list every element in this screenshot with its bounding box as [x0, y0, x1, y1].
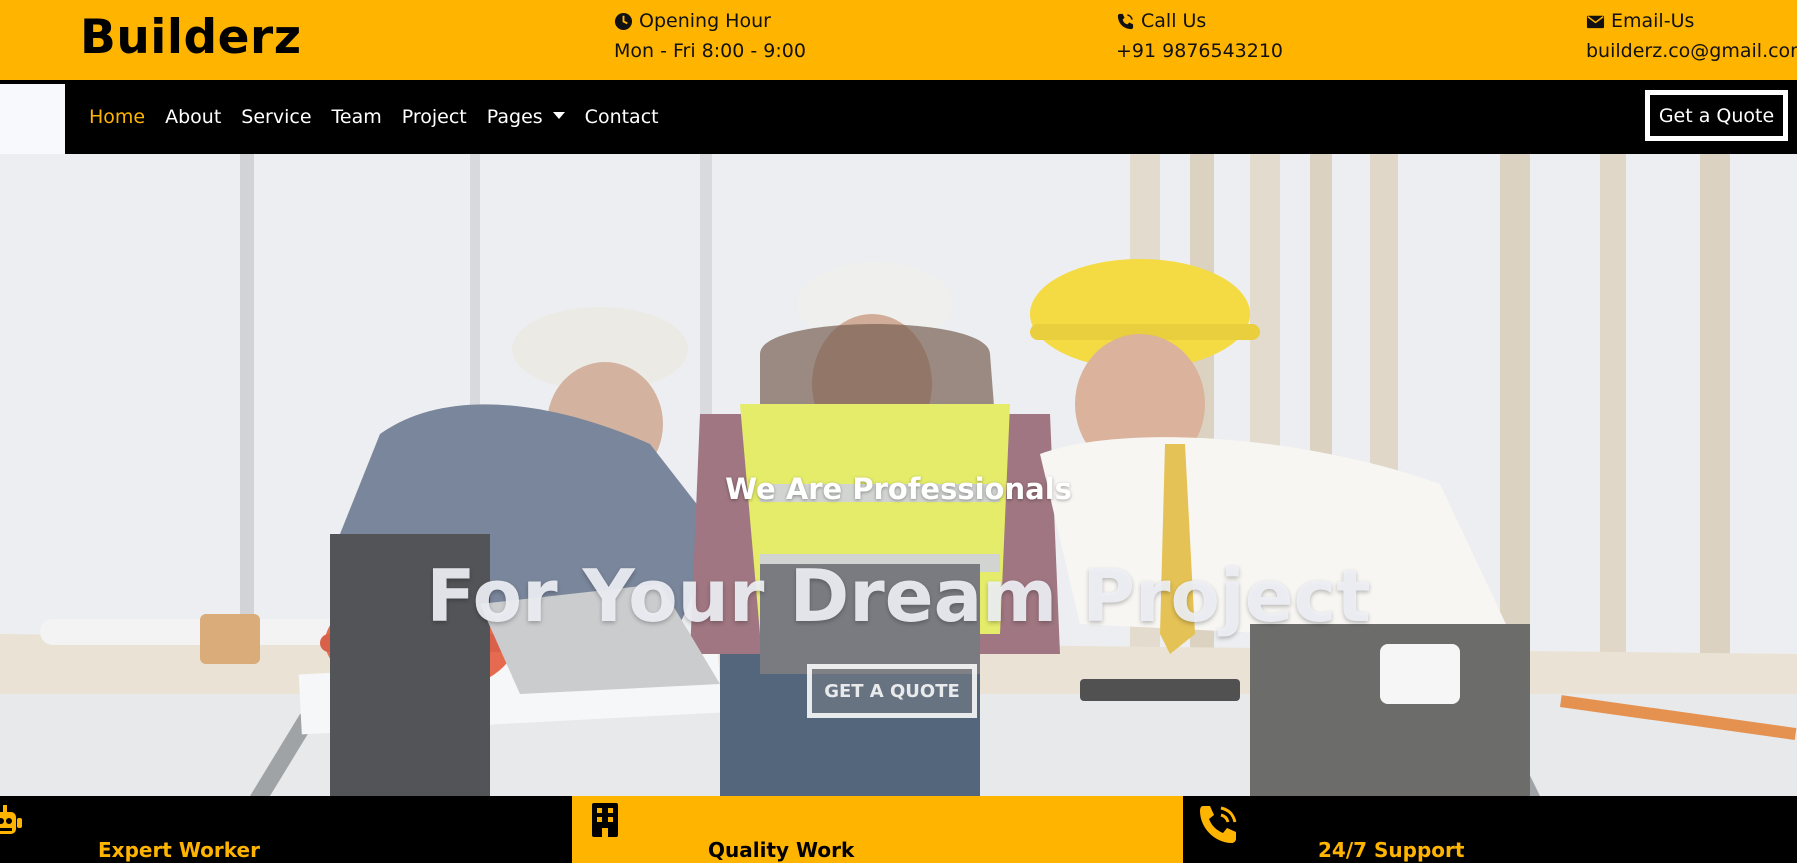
envelope-icon: [1586, 15, 1605, 28]
nav-menu: Home About Service Team Project Pages Co…: [89, 80, 659, 154]
opening-hours-value: Mon - Fri 8:00 - 9:00: [614, 40, 806, 62]
feature-expert-worker: Expert Worker: [0, 796, 572, 863]
top-bar: Builderz Opening Hour Mon - Fri 8:00 - 9…: [0, 0, 1797, 80]
phone-icon: [1117, 13, 1134, 29]
hero-get-a-quote-button[interactable]: GET A QUOTE: [807, 664, 977, 718]
feature-label: Quality Work: [708, 838, 855, 862]
hero-section: We Are Professionals For Your Dream Proj…: [0, 154, 1797, 796]
call-us-info: Call Us +91 9876543210: [1116, 6, 1283, 66]
feature-label: 24/7 Support: [1318, 838, 1465, 862]
nav-left-block: [0, 84, 65, 154]
email-info: Email-Us builderz.co@gmail.com: [1586, 6, 1797, 66]
feature-24-7-support: 24/7 Support: [1183, 796, 1797, 863]
phone-volume-icon: [1200, 806, 1237, 843]
call-us-label: Call Us: [1141, 10, 1207, 32]
hero-title: For Your Dream Project: [426, 554, 1371, 638]
opening-hours-label: Opening Hour: [639, 10, 771, 32]
nav-item-service[interactable]: Service: [241, 106, 311, 128]
feature-quality-work: Quality Work: [572, 796, 1183, 863]
nav-item-contact[interactable]: Contact: [585, 106, 659, 128]
robot-icon: [0, 805, 22, 834]
opening-hours-info: Opening Hour Mon - Fri 8:00 - 9:00: [614, 6, 806, 66]
main-navbar: Home About Service Team Project Pages Co…: [0, 80, 1797, 154]
caret-down-icon: [552, 111, 565, 119]
email-address[interactable]: builderz.co@gmail.com: [1586, 36, 1797, 66]
nav-item-home[interactable]: Home: [89, 106, 145, 128]
clock-icon: [614, 12, 633, 30]
hero-subtitle: We Are Professionals: [725, 472, 1072, 506]
building-icon: [592, 803, 618, 837]
brand-logo[interactable]: Builderz: [80, 10, 302, 65]
call-us-number[interactable]: +91 9876543210: [1116, 36, 1283, 66]
nav-item-about[interactable]: About: [165, 106, 221, 128]
email-label: Email-Us: [1611, 10, 1695, 32]
nav-item-team[interactable]: Team: [332, 106, 382, 128]
nav-item-pages-dropdown[interactable]: Pages: [487, 106, 565, 128]
features-strip: Expert Worker Quality Work 24/7 Support: [0, 796, 1797, 863]
get-a-quote-button[interactable]: Get a Quote: [1645, 90, 1788, 141]
nav-item-project[interactable]: Project: [402, 106, 467, 128]
feature-label: Expert Worker: [98, 838, 260, 862]
nav-item-pages-label: Pages: [486, 106, 543, 128]
